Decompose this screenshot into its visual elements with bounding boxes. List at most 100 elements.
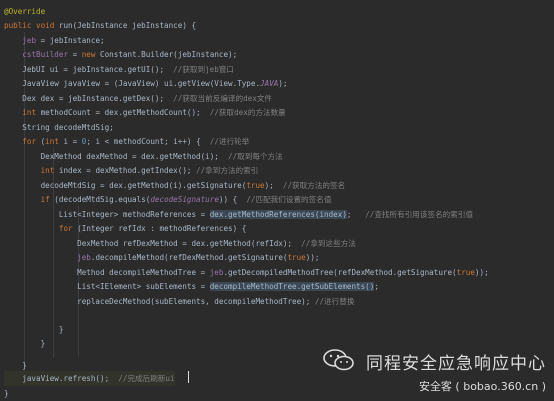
text-cursor [188, 371, 189, 383]
code-token: = jebInstance; [36, 36, 105, 45]
code-line[interactable]: if (decodeMtdSig.equals(decodeSignature)… [4, 192, 332, 207]
code-token: Constant.Builder(jebInstance); [100, 50, 238, 59]
code-line[interactable]: cstBuilder = new Constant.Builder(jebIns… [4, 47, 237, 62]
code-token: DexMethod dexMethod = dex.getMethod(i); [4, 152, 229, 161]
code-token: .getDecompiledMethodTree(refDexMethod.ge… [223, 268, 457, 277]
code-line[interactable]: Dex dex = jebInstance.getDex(); //获取当前反编… [4, 91, 272, 106]
code-token: (decodeMtdSig.equals( [54, 195, 151, 204]
code-token: JAVA [260, 79, 279, 88]
code-line[interactable]: JebUI ui = jebInstance.getUI(); //获取到jeb… [4, 62, 234, 77]
code-token: )); [305, 253, 320, 262]
code-token: for [22, 137, 41, 146]
code-line[interactable]: replaceDecMethod(subElements, decompileM… [4, 294, 354, 309]
code-token: Dex dex = jebInstance.getDex(); [4, 94, 174, 103]
code-token: ; [374, 282, 379, 291]
code-token: (Integer refIdx : methodReferences) { [77, 224, 247, 233]
code-token: .decompileMethod(refDexMethod.getSignatu… [90, 253, 288, 262]
code-token: cstBuilder [22, 50, 69, 59]
code-token: JebUI ui = jebInstance.getUI(); [4, 65, 174, 74]
code-token: } [4, 389, 9, 398]
code-line[interactable]: Method decompileMethodTree = jeb.getDeco… [4, 265, 489, 280]
code-token: int [22, 108, 41, 117]
code-token: true [246, 181, 265, 190]
watermark: 同程安全应急响应中心 安全客 ( bobao.360.cn ) [323, 349, 546, 394]
code-token: } [4, 325, 64, 334]
code-token: JavaView javaView = (JavaView) ui.getVie… [4, 79, 261, 88]
code-token: ; [346, 210, 366, 219]
code-token: //匹配我们设置的签名值 [246, 195, 332, 204]
code-token: for [58, 224, 78, 233]
code-token: //拿到这些方法 [301, 239, 356, 248]
wechat-icon [323, 349, 354, 371]
code-token: //进行替换 [314, 297, 355, 306]
code-token: )); [474, 268, 489, 277]
code-token: true [287, 253, 306, 262]
watermark-org: 同程安全应急响应中心 [366, 354, 546, 374]
code-line[interactable]: int methodCount = dex.getMethodCount(); … [4, 105, 286, 120]
code-token: //完成后刷新ui [118, 374, 175, 383]
code-line[interactable]: javaView.refresh(); //完成后刷新ui [4, 371, 175, 386]
code-token: //取到每个方法 [228, 152, 283, 161]
code-token: jeb [77, 253, 91, 262]
code-token: index = dexMethod.getIndex(); [58, 166, 197, 175]
code-token: jeb [22, 36, 37, 45]
code-token: ; i < methodCount; i++) { [86, 137, 210, 146]
code-token: methodCount = dex.getMethodCount(); [40, 108, 210, 117]
code-line[interactable]: DexMethod dexMethod = dex.getMethod(i); … [4, 149, 283, 164]
code-line[interactable]: jeb = jebInstance; [4, 33, 105, 48]
code-line[interactable]: decodeMtdSig = dex.getMethod(i).getSigna… [4, 178, 346, 193]
code-token: )) { [218, 195, 247, 204]
code-token: //获取dex的方法数量 [209, 108, 286, 117]
code-token: //拿到方法的索引 [196, 166, 259, 175]
code-token: decompileMethodTree.getSubElements() [209, 282, 375, 291]
code-token: = [68, 50, 82, 59]
code-token: //获取当前反编译的dex文件 [173, 94, 272, 103]
code-token: DexMethod refDexMethod = dex.getMethod(r… [4, 239, 302, 248]
code-line[interactable]: } [4, 336, 46, 351]
code-token: //查找所有引用该签名的索引值 [365, 210, 474, 219]
code-line[interactable]: int index = dexMethod.getIndex(); //拿到方法… [4, 163, 259, 178]
code-line[interactable]: DexMethod refDexMethod = dex.getMethod(r… [4, 236, 356, 251]
code-line[interactable]: for (int i = 0; i < methodCount; i++) { … [4, 134, 249, 149]
code-token: int [40, 166, 59, 175]
code-token: jeb [209, 268, 224, 277]
code-token: true [456, 268, 475, 277]
code-token: dex.getMethodReferences(index) [209, 210, 347, 219]
code-token: if [40, 195, 55, 204]
code-token: decodeSignature [150, 195, 219, 204]
code-token: List<Integer> methodReferences = [4, 210, 210, 219]
code-token: List<IElement> subElements = [4, 282, 210, 291]
code-token: javaView.refresh(); [4, 374, 119, 383]
code-token: } [4, 361, 27, 370]
code-line[interactable]: List<Integer> methodReferences = dex.get… [4, 207, 473, 222]
code-token: int [45, 137, 64, 146]
code-editor[interactable]: @Override public void run(JebInstance jeb… [0, 0, 554, 400]
code-line[interactable]: @Override [4, 4, 45, 19]
code-line[interactable]: } [4, 322, 64, 337]
code-token: i = [63, 137, 82, 146]
code-token: } [4, 339, 46, 348]
code-line[interactable]: for (Integer refIdx : methodReferences) … [4, 221, 246, 236]
code-line[interactable]: String decodeMtdSig; [4, 120, 113, 135]
code-line[interactable]: jeb.decompileMethod(refDexMethod.getSign… [4, 250, 319, 265]
code-token: replaceDecMethod(subElements, decompileM… [4, 297, 315, 306]
code-line[interactable]: } [4, 386, 9, 401]
code-line[interactable]: List<IElement> subElements = decompileMe… [4, 279, 379, 294]
code-token: run(JebInstance jebInstance) { [58, 21, 197, 30]
watermark-site: 安全客 ( bobao.360.cn ) [418, 380, 546, 393]
code-line[interactable]: JavaView javaView = (JavaView) ui.getVie… [4, 76, 287, 91]
code-token: Method decompileMethodTree = [4, 268, 210, 277]
code-line[interactable]: public void run(JebInstance jebInstance)… [4, 18, 196, 33]
code-token: decodeMtdSig = dex.getMethod(i).getSigna… [4, 181, 247, 190]
code-token: //获取方法的签名 [282, 181, 346, 190]
code-token: ); [264, 181, 283, 190]
code-token: ); [278, 79, 288, 88]
code-token: //获取到jeb窗口 [173, 65, 234, 74]
